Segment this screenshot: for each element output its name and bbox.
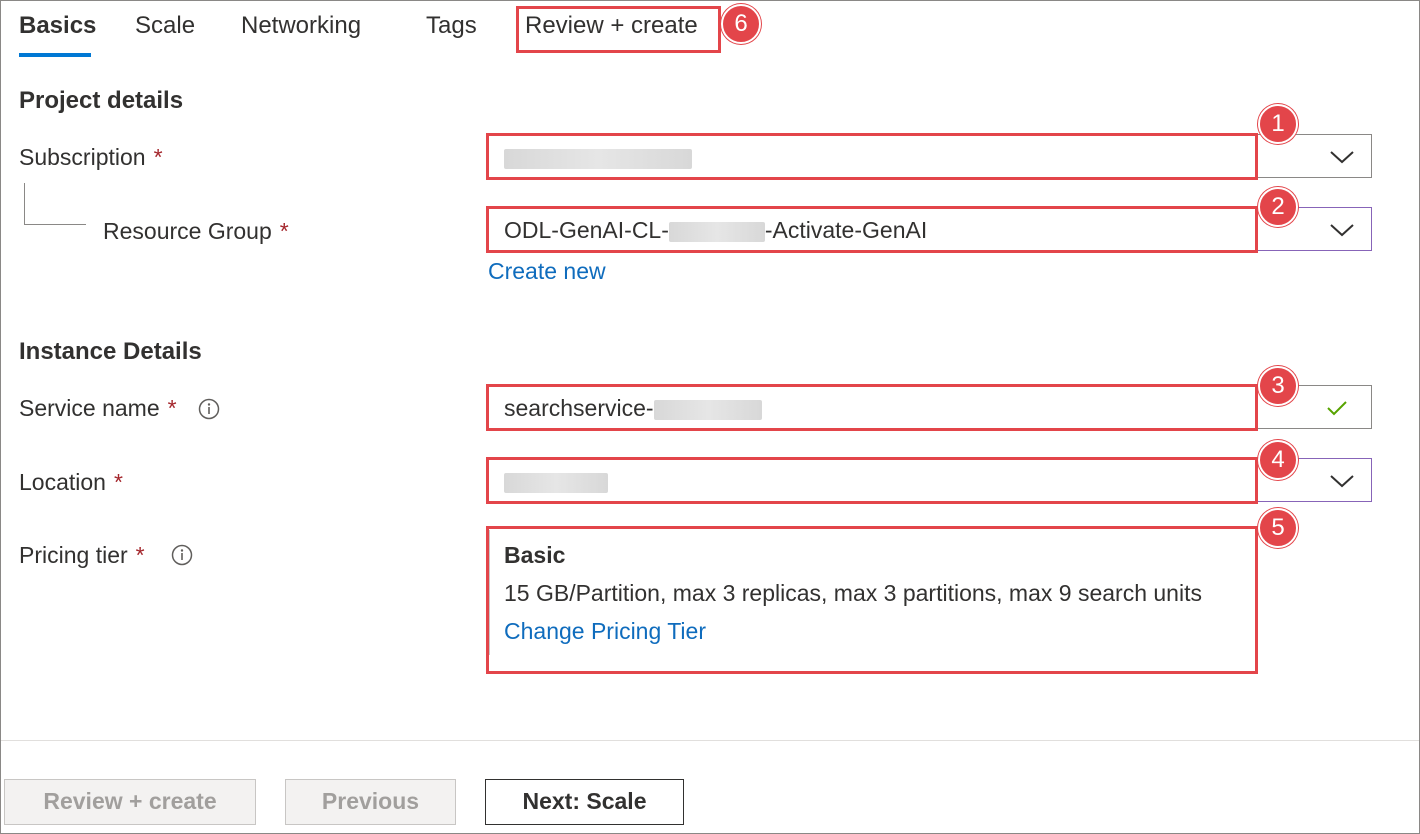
pricing-tier-label: Pricing tier * bbox=[19, 542, 145, 568]
tab-basics[interactable]: Basics bbox=[19, 12, 96, 40]
active-tab-indicator bbox=[19, 53, 91, 57]
chevron-down-icon bbox=[1330, 151, 1354, 164]
footer-divider bbox=[1, 740, 1419, 741]
tab-networking[interactable]: Networking bbox=[241, 12, 361, 40]
required-marker: * bbox=[279, 218, 289, 244]
required-marker: * bbox=[135, 542, 145, 568]
location-value bbox=[504, 468, 608, 495]
redacted-value bbox=[668, 221, 765, 242]
subscription-label: Subscription * bbox=[19, 144, 163, 170]
annotation-badge-1: 1 bbox=[1258, 104, 1298, 144]
tab-tags[interactable]: Tags bbox=[426, 12, 477, 40]
next-scale-button[interactable]: Next: Scale bbox=[485, 779, 684, 825]
annotation-badge-2: 2 bbox=[1258, 187, 1298, 227]
change-pricing-tier-link[interactable]: Change Pricing Tier bbox=[504, 618, 706, 645]
tab-scale[interactable]: Scale bbox=[135, 12, 195, 40]
pricing-tier-name: Basic bbox=[504, 542, 566, 568]
service-name-label: Service name * bbox=[19, 395, 177, 421]
resource-group-label: Resource Group * bbox=[103, 218, 289, 244]
info-icon[interactable] bbox=[171, 544, 193, 566]
subscription-value bbox=[504, 144, 692, 171]
chevron-down-icon bbox=[1330, 475, 1354, 488]
required-marker: * bbox=[113, 469, 123, 495]
redacted-value bbox=[653, 399, 762, 420]
redacted-value bbox=[504, 472, 608, 493]
pricing-tier-accent bbox=[487, 530, 490, 655]
tree-connector bbox=[24, 183, 25, 225]
location-label: Location * bbox=[19, 469, 123, 495]
required-marker: * bbox=[153, 144, 163, 170]
project-details-heading: Project details bbox=[19, 87, 184, 114]
chevron-down-icon bbox=[1330, 224, 1354, 237]
annotation-badge-3: 3 bbox=[1258, 366, 1298, 406]
required-marker: * bbox=[167, 395, 177, 421]
location-dropdown[interactable] bbox=[487, 458, 1372, 502]
resource-group-dropdown[interactable]: ODL-GenAI-CL- -Activate-GenAI bbox=[487, 207, 1372, 251]
service-name-input[interactable]: searchservice- bbox=[487, 385, 1372, 429]
previous-button[interactable]: Previous bbox=[285, 779, 456, 825]
annotation-badge-6: 6 bbox=[721, 4, 761, 44]
pricing-tier-description: 15 GB/Partition, max 3 replicas, max 3 p… bbox=[504, 580, 1202, 606]
create-new-link[interactable]: Create new bbox=[488, 258, 606, 285]
service-name-value: searchservice- bbox=[504, 395, 762, 422]
info-icon[interactable] bbox=[198, 398, 220, 420]
instance-details-heading: Instance Details bbox=[19, 338, 202, 365]
subscription-dropdown[interactable] bbox=[487, 134, 1372, 178]
tab-review-create[interactable]: Review + create bbox=[525, 12, 698, 40]
tree-connector bbox=[24, 224, 86, 225]
resource-group-value: ODL-GenAI-CL- -Activate-GenAI bbox=[504, 217, 928, 243]
review-create-button[interactable]: Review + create bbox=[4, 779, 256, 825]
annotation-badge-4: 4 bbox=[1258, 440, 1298, 480]
checkmark-icon bbox=[1327, 401, 1347, 416]
annotation-badge-5: 5 bbox=[1258, 508, 1298, 548]
redacted-value bbox=[504, 148, 692, 169]
